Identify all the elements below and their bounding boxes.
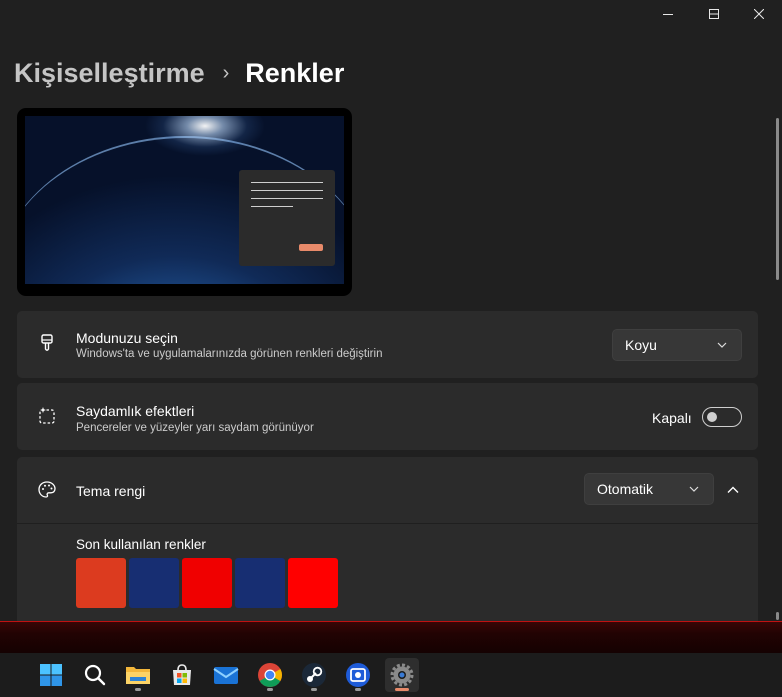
breadcrumb-parent[interactable]: Kişiselleştirme <box>14 58 205 89</box>
toggle-knob <box>707 412 717 422</box>
transparency-effects-icon <box>39 407 55 424</box>
theme-preview <box>17 108 352 296</box>
transparency-state-label: Kapalı <box>652 410 692 426</box>
running-indicator <box>135 688 141 691</box>
start-icon <box>40 664 62 686</box>
chrome-icon <box>258 663 282 687</box>
start-button[interactable] <box>34 658 68 692</box>
sun-glare <box>145 116 265 166</box>
accent-title: Tema rengi <box>76 483 146 499</box>
maximize-button[interactable] <box>691 0 737 28</box>
preview-text-line <box>251 190 323 191</box>
steam-icon <box>302 663 326 687</box>
microsoft-store-icon <box>173 664 191 685</box>
paintbrush-icon <box>41 334 53 351</box>
file-explorer-icon <box>126 667 150 684</box>
scrollbar-thumb-lower[interactable] <box>776 612 779 620</box>
microsoft-store-button[interactable] <box>165 658 199 692</box>
breadcrumb: Kişiselleştirme › Renkler <box>14 56 344 90</box>
running-indicator <box>267 688 273 691</box>
search-button[interactable] <box>78 658 112 692</box>
active-indicator <box>395 688 409 691</box>
recent-color-swatch[interactable] <box>235 558 285 608</box>
page-title: Renkler <box>245 57 345 88</box>
mode-title: Modunuzu seçin <box>76 330 178 346</box>
steam-button[interactable] <box>297 658 331 692</box>
transparency-subtitle: Pencereler ve yüzeyler yarı saydam görün… <box>76 422 314 434</box>
preview-window <box>239 170 335 266</box>
chrome-button[interactable] <box>253 658 287 692</box>
preview-text-line <box>251 182 323 183</box>
recent-color-swatch[interactable] <box>76 558 126 608</box>
maximize-icon <box>709 9 719 19</box>
desktop-wallpaper <box>0 621 782 653</box>
minimize-icon <box>663 14 673 15</box>
transparency-title: Saydamlık efektleri <box>76 403 195 419</box>
recent-color-swatch[interactable] <box>182 558 232 608</box>
minimize-button-area[interactable] <box>645 0 691 28</box>
title-bar <box>0 0 782 28</box>
divider <box>17 523 758 524</box>
preview-text-line <box>251 198 323 199</box>
search-icon <box>84 664 106 686</box>
running-indicator <box>311 688 317 691</box>
running-indicator <box>355 688 361 691</box>
close-icon <box>754 9 764 19</box>
scrollbar-thumb[interactable] <box>776 118 779 280</box>
settings-icon <box>390 663 414 687</box>
mail-button[interactable] <box>209 658 243 692</box>
taskbar <box>0 653 782 697</box>
breadcrumb-separator-icon: › <box>222 61 230 84</box>
preview-accent-button <box>299 244 323 251</box>
mode-dropdown[interactable]: Koyu <box>612 329 742 361</box>
mode-setting-card: Modunuzu seçin Windows'ta ve uygulamalar… <box>17 311 758 378</box>
photo-app-icon <box>346 663 370 687</box>
transparency-toggle[interactable] <box>702 407 742 427</box>
file-explorer-button[interactable] <box>121 658 155 692</box>
accent-dropdown-value: Otomatik <box>597 481 654 497</box>
close-button[interactable] <box>736 0 782 28</box>
recent-color-swatch[interactable] <box>288 558 338 608</box>
chevron-up-icon[interactable] <box>727 484 739 496</box>
photo-app-button[interactable] <box>341 658 375 692</box>
preview-text-line <box>251 206 293 207</box>
recent-color-swatch[interactable] <box>129 558 179 608</box>
palette-icon <box>38 481 56 498</box>
mail-icon <box>213 667 239 684</box>
preview-wallpaper <box>25 116 344 284</box>
settings-button[interactable] <box>385 658 419 692</box>
chevron-down-icon <box>717 342 727 348</box>
mode-subtitle: Windows'ta ve uygulamalarınızda görünen … <box>76 348 383 360</box>
recent-colors-label: Son kullanılan renkler <box>76 537 206 552</box>
accent-dropdown[interactable]: Otomatik <box>584 473 714 505</box>
chevron-down-icon <box>689 486 699 492</box>
transparency-setting-card: Saydamlık efektleri Pencereler ve yüzeyl… <box>17 383 758 450</box>
mode-dropdown-value: Koyu <box>625 337 657 353</box>
